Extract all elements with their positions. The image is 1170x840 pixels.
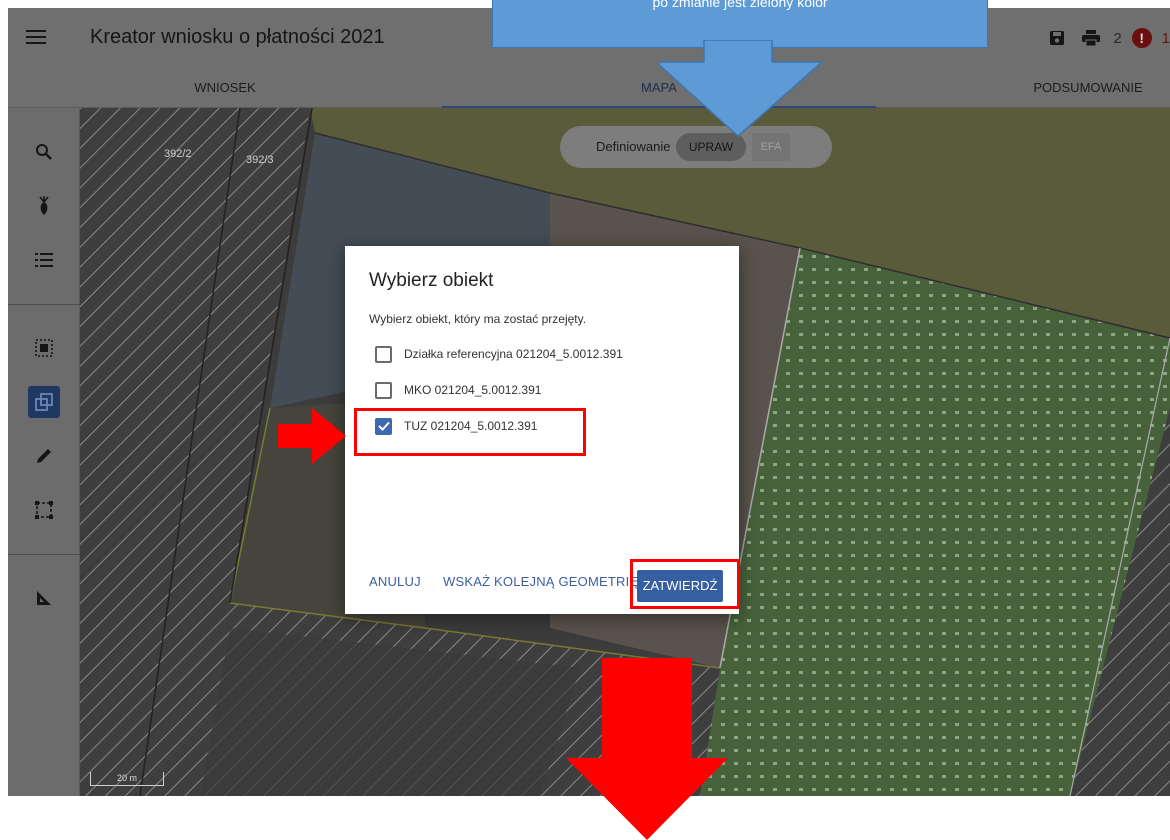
checkbox[interactable]	[375, 345, 392, 363]
option-label: MKO 021204_5.0012.391	[404, 383, 542, 397]
screenshot-root: Kreator wniosku o płatności 2021 2 ! 1 W…	[0, 0, 1170, 840]
hamburger-menu-icon[interactable]	[26, 30, 46, 46]
tab-bar: WNIOSEK MAPA PODSUMOWANIE	[8, 68, 1170, 108]
defining-label: Definiowanie	[596, 139, 671, 154]
tab-podsumowanie[interactable]: PODSUMOWANIE	[1008, 68, 1168, 108]
map-toolbar	[8, 108, 80, 796]
warning-count: 2	[1113, 29, 1122, 47]
cancel-button[interactable]: ANULUJ	[369, 574, 421, 589]
option-label: Działka referencyjna 021204_5.0012.391	[404, 347, 623, 361]
header-actions: 2 ! 1	[1045, 26, 1170, 50]
app-title: Kreator wniosku o płatności 2021	[90, 26, 385, 48]
measure-icon[interactable]	[28, 582, 60, 614]
error-icon[interactable]: !	[1131, 28, 1152, 48]
plant-icon[interactable]	[28, 190, 60, 222]
pencil-icon[interactable]	[28, 440, 60, 472]
error-icon-glyph: !	[1139, 30, 1144, 46]
error-count: 1	[1161, 29, 1170, 47]
save-icon[interactable]	[1045, 26, 1069, 50]
take-geometry-icon[interactable]	[28, 386, 60, 418]
annotation-arrow-down-red	[566, 658, 728, 840]
next-geometry-button[interactable]: WSKAŻ KOLEJNĄ GEOMETRIĘ	[443, 574, 638, 589]
annotation-arrow-down-blue	[660, 40, 824, 138]
highlight-box-confirm	[630, 559, 740, 609]
dialog-title: Wybierz obiekt	[369, 270, 494, 291]
dialog-description: Wybierz obiekt, który ma zostać przejęty…	[369, 312, 587, 326]
print-icon[interactable]	[1079, 26, 1103, 50]
highlight-box-tuz	[354, 408, 586, 456]
parcel-label: 392/3	[246, 154, 274, 166]
map-scale-bar: 20 m	[90, 772, 164, 786]
toolbar-divider	[8, 554, 80, 555]
draw-rectangle-icon[interactable]	[28, 494, 60, 526]
callout-text: po zmianie jest zielony kolor	[652, 0, 828, 10]
option-dzialka[interactable]: Działka referencyjna 021204_5.0012.391	[375, 344, 623, 364]
option-mko[interactable]: MKO 021204_5.0012.391	[375, 380, 541, 400]
select-area-icon[interactable]	[28, 332, 60, 364]
list-icon[interactable]	[28, 244, 60, 276]
tab-wniosek[interactable]: WNIOSEK	[8, 68, 442, 108]
search-icon[interactable]	[28, 136, 60, 168]
toolbar-divider	[8, 304, 80, 305]
annotation-arrow-right-red	[278, 408, 346, 464]
parcel-label: 392/2	[164, 148, 192, 160]
checkbox[interactable]	[375, 381, 392, 399]
